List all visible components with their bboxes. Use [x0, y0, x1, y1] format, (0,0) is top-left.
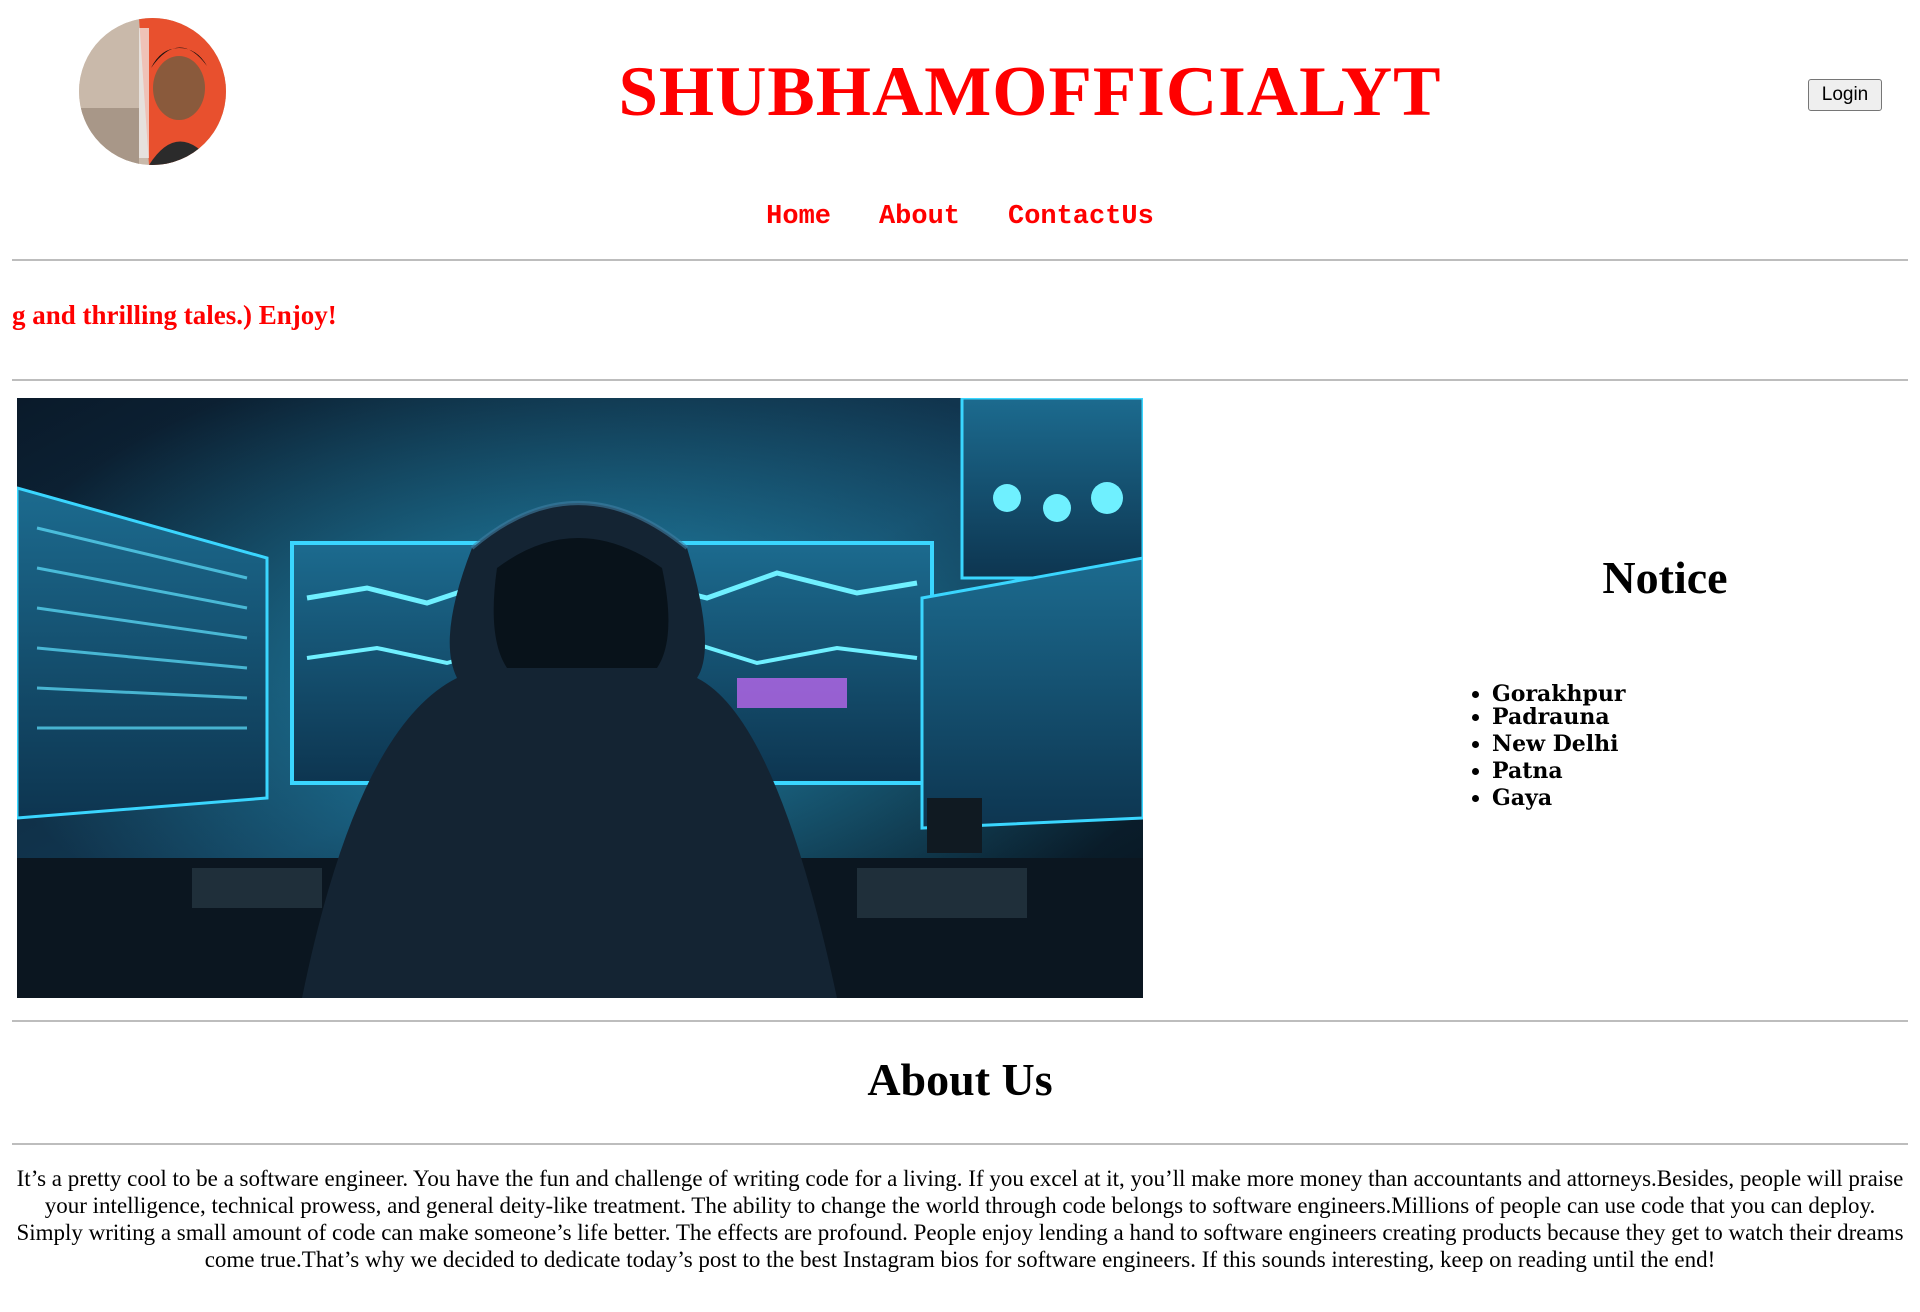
- list-item: Gaya: [1492, 785, 1626, 812]
- nav-contactus-link[interactable]: ContactUs: [1008, 202, 1154, 232]
- hacker-illustration: [17, 398, 1143, 998]
- list-item: Patna: [1492, 758, 1626, 785]
- hero-image: [17, 398, 1143, 998]
- nav-home-link[interactable]: Home: [766, 202, 831, 232]
- divider: [12, 1020, 1908, 1022]
- list-item: Padrauna: [1492, 704, 1626, 731]
- divider: [12, 379, 1908, 381]
- list-item: New Delhi: [1492, 731, 1626, 758]
- notice-list: Gorakhpur Padrauna New Delhi Patna Gaya: [1464, 683, 1626, 812]
- nav-about-link[interactable]: About: [879, 202, 960, 232]
- about-title: About Us: [867, 1054, 1053, 1105]
- login-button[interactable]: Login: [1808, 79, 1882, 111]
- main-nav: Home About ContactUs: [0, 202, 1920, 232]
- divider: [12, 259, 1908, 261]
- site-title: SHUBHAMOFFICIALYT: [618, 53, 1442, 131]
- news-marquee: g and thrilling tales.) Enjoy!: [12, 300, 337, 330]
- about-body-text: It’s a pretty cool to be a software engi…: [16, 1166, 1904, 1272]
- site-header: SHUBHAMOFFICIALYT Login Home About Conta…: [0, 0, 1920, 232]
- notice-title: Notice: [1602, 552, 1728, 603]
- list-item: Gorakhpur: [1492, 683, 1626, 705]
- divider: [12, 1143, 1908, 1145]
